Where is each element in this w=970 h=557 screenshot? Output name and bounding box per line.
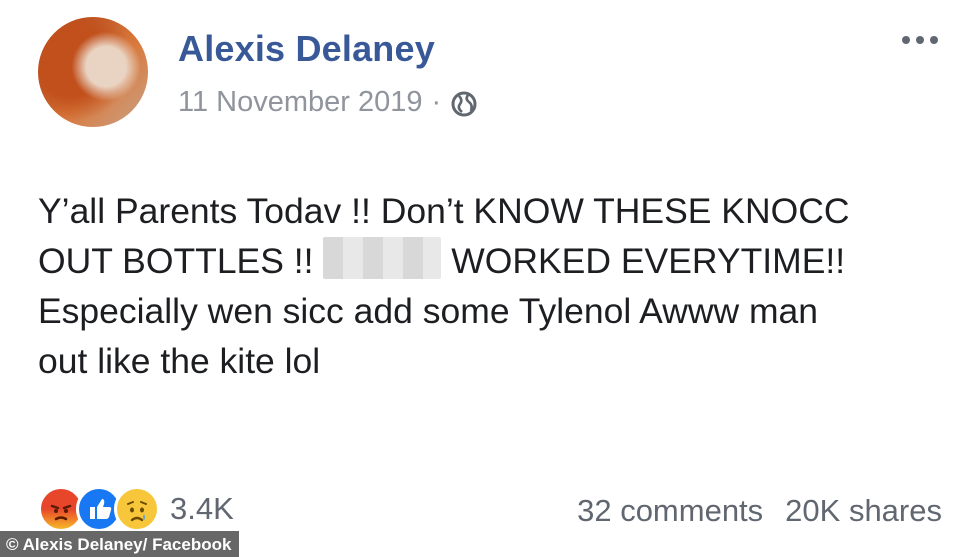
post-line-2: OUT BOTTLES !! WORKED EVERYTIME!! (38, 236, 938, 286)
redacted-block (323, 237, 442, 279)
more-options-icon[interactable] (902, 36, 938, 44)
avatar[interactable] (38, 17, 148, 127)
post-line-3: Especially wen sicc add some Tylenol Aww… (38, 291, 819, 331)
author-name[interactable]: Alexis Delaney (178, 28, 435, 70)
post-line-4: out like the kite lol (38, 341, 321, 381)
sad-icon (114, 486, 160, 532)
post-meta: 11 November 2019 · (178, 86, 478, 119)
meta-separator: · (431, 86, 442, 118)
shares-count[interactable]: 20K shares (785, 493, 942, 529)
post-text: Y’all Parents Todav !! Don’t KNOW THESE … (38, 186, 938, 386)
image-credit: © Alexis Delaney/ Facebook (0, 531, 240, 557)
globe-icon (450, 90, 478, 118)
reaction-count[interactable]: 3.4K (170, 491, 234, 527)
reactions-bar[interactable]: 3.4K (38, 486, 234, 532)
post-date[interactable]: 11 November 2019 (178, 86, 423, 119)
post-line-1: Y’all Parents Todav !! Don’t KNOW THESE … (38, 191, 850, 231)
post-stats: 32 comments 20K shares (577, 493, 942, 529)
comments-count[interactable]: 32 comments (577, 493, 763, 529)
